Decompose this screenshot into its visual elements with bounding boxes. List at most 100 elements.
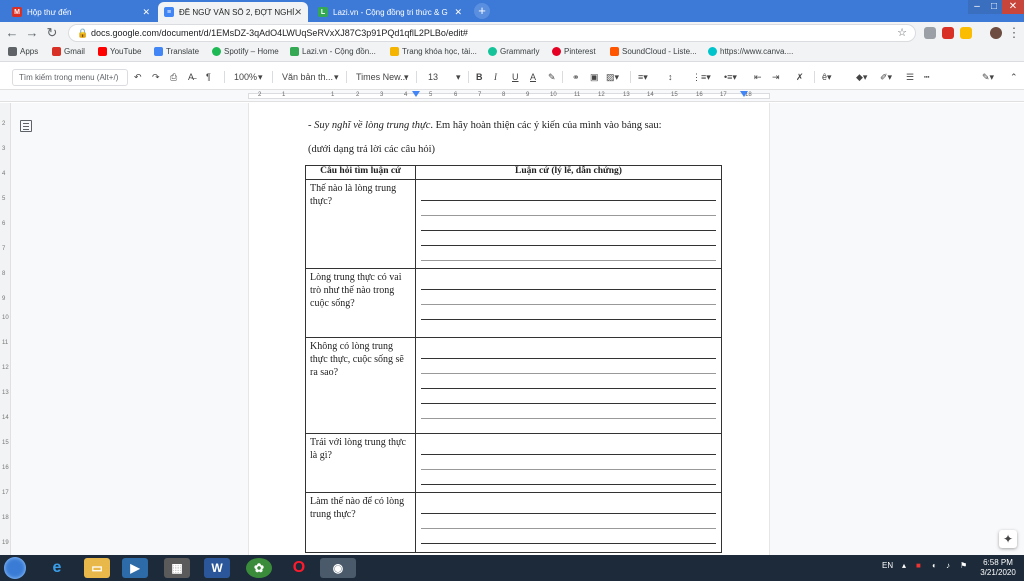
question-cell[interactable]: Làm thế nào để có lòng trung thực? xyxy=(305,492,416,553)
app-icon[interactable]: ✿ xyxy=(246,558,272,578)
question-cell[interactable]: Không có lòng trung thực thực, cuộc sống… xyxy=(305,337,416,434)
speaker-icon[interactable]: ♪ xyxy=(946,561,950,570)
antivirus-icon[interactable]: ■ xyxy=(916,561,921,570)
style-select[interactable]: Văn bản th... xyxy=(282,69,333,85)
spellcheck-icon[interactable]: A̶ xyxy=(188,69,194,85)
app-icon[interactable]: ▦ xyxy=(164,558,190,578)
edit-mode-icon[interactable]: ✎▾ xyxy=(982,69,994,85)
clear-formatting-icon[interactable]: ✗ xyxy=(796,69,804,85)
bookmark-youtube[interactable]: YouTube xyxy=(98,47,141,56)
network-icon[interactable]: ◐ xyxy=(932,561,937,570)
close-icon[interactable]: ✕ xyxy=(142,7,150,18)
numbered-list-icon[interactable]: ⋮≡▾ xyxy=(692,69,711,85)
paint-format-icon[interactable]: ¶ xyxy=(206,69,211,85)
increase-indent-icon[interactable]: ⇥ xyxy=(772,69,780,85)
chevron-down-icon[interactable]: ▾ xyxy=(258,69,263,85)
bookmark-soundcloud[interactable]: SoundCloud - Liste... xyxy=(610,47,697,56)
start-button[interactable] xyxy=(4,557,26,579)
tab-lazi[interactable]: L Lazi.vn - Cộng đồng tri thức & G ✕ xyxy=(312,2,468,22)
chevron-down-icon[interactable]: ▾ xyxy=(334,69,339,85)
highlight-icon[interactable]: ✎ xyxy=(548,69,556,85)
internet-explorer-icon[interactable]: e xyxy=(44,558,70,578)
bookmark-translate[interactable]: Translate xyxy=(154,47,199,56)
image-icon[interactable]: ▨▾ xyxy=(606,69,619,85)
bookmark-spotify[interactable]: Spotify – Home xyxy=(212,47,279,56)
undo-icon[interactable]: ↶ xyxy=(134,69,142,85)
star-icon[interactable]: ☆ xyxy=(897,26,907,39)
bold-button[interactable]: B xyxy=(476,69,483,85)
forward-icon[interactable]: → xyxy=(24,25,40,41)
border-color-icon[interactable]: ✐▾ xyxy=(880,69,892,85)
font-select[interactable]: Times New... xyxy=(356,69,408,85)
file-explorer-icon[interactable]: ▭ xyxy=(84,558,110,578)
close-window-icon[interactable]: ✕ xyxy=(1002,0,1024,14)
bulleted-list-icon[interactable]: •≡▾ xyxy=(724,69,737,85)
question-cell[interactable]: Trái với lòng trung thực là gì? xyxy=(305,433,416,493)
right-indent-marker[interactable] xyxy=(740,91,748,97)
bookmark-lazi[interactable]: Lazi.vn - Cộng đồn... xyxy=(290,47,376,56)
bookmark-course[interactable]: Trang khóa học, tài... xyxy=(390,47,477,56)
menu-search-input[interactable]: Tìm kiếm trong menu (Alt+/) xyxy=(12,69,128,86)
decrease-indent-icon[interactable]: ⇤ xyxy=(754,69,762,85)
line-spacing-icon[interactable]: ↕ xyxy=(668,69,673,85)
chevron-up-icon[interactable]: ⌃ xyxy=(1010,69,1018,85)
back-icon[interactable]: ← xyxy=(4,25,20,41)
system-clock[interactable]: 6:58 PM 3/21/2020 xyxy=(975,558,1021,578)
font-size-select[interactable]: 13 xyxy=(428,69,438,85)
question-cell[interactable]: Lòng trung thực có vai trò như thế nào t… xyxy=(305,268,416,338)
document-page[interactable]: - Suy nghĩ về lòng trung thực. Em hãy ho… xyxy=(248,103,770,555)
menu-kebab-icon[interactable]: ⋮ xyxy=(1006,25,1022,41)
tab-gmail[interactable]: M Hộp thư đến ✕ xyxy=(6,2,156,22)
extension-icon[interactable] xyxy=(924,27,936,39)
new-tab-button[interactable]: + xyxy=(474,3,490,19)
language-indicator[interactable]: EN xyxy=(882,561,893,570)
tab-google-doc[interactable]: ≡ ĐỀ NGỮ VĂN SỐ 2, ĐỢT NGHỈ... ✕ xyxy=(158,2,308,22)
divider xyxy=(224,71,225,83)
tray-expand-icon[interactable]: ▴ xyxy=(902,561,906,570)
chrome-icon[interactable]: ◉ xyxy=(320,558,356,578)
bookmark-gmail[interactable]: Gmail xyxy=(52,47,85,56)
italic-button[interactable]: I xyxy=(494,69,497,85)
input-tools-icon[interactable]: ê▾ xyxy=(822,69,832,85)
underline-button[interactable]: U xyxy=(512,69,519,85)
word-icon[interactable]: W xyxy=(204,558,230,578)
minimize-icon[interactable]: – xyxy=(968,0,986,14)
bookmark-pinterest[interactable]: Pinterest xyxy=(552,47,596,56)
bookmark-canva[interactable]: https://www.canva.... xyxy=(708,47,793,56)
close-icon[interactable]: ✕ xyxy=(294,7,302,18)
border-width-icon[interactable]: ☰ xyxy=(906,69,914,85)
answer-cell[interactable] xyxy=(415,433,722,493)
maximize-icon[interactable]: □ xyxy=(986,0,1002,14)
media-player-icon[interactable]: ▶ xyxy=(122,558,148,578)
question-cell[interactable]: Thế nào là lòng trung thực? xyxy=(305,179,416,269)
extension-icon[interactable] xyxy=(960,27,972,39)
answer-cell[interactable] xyxy=(415,179,722,269)
ruler-track[interactable] xyxy=(248,93,770,99)
opera-icon[interactable]: O xyxy=(286,558,312,578)
chevron-down-icon[interactable]: ▾ xyxy=(456,69,461,85)
text-color-button[interactable]: A xyxy=(530,69,536,85)
redo-icon[interactable]: ↷ xyxy=(152,69,160,85)
reload-icon[interactable]: ↻ xyxy=(44,25,60,41)
close-icon[interactable]: ✕ xyxy=(454,7,462,18)
align-icon[interactable]: ≡▾ xyxy=(638,69,648,85)
avatar[interactable] xyxy=(990,27,1002,39)
flag-icon[interactable]: ⚑ xyxy=(960,561,967,570)
left-indent-marker[interactable] xyxy=(412,91,420,97)
extension-icon[interactable] xyxy=(942,27,954,39)
bookmark-grammarly[interactable]: Grammarly xyxy=(488,47,540,56)
answer-cell[interactable] xyxy=(415,492,722,553)
fill-color-icon[interactable]: ◆▾ xyxy=(856,69,867,85)
answer-cell[interactable] xyxy=(415,337,722,434)
print-icon[interactable]: ⎙ xyxy=(170,69,177,85)
zoom-select[interactable]: 100% xyxy=(234,69,257,85)
bookmark-apps[interactable]: Apps xyxy=(8,47,38,56)
chevron-down-icon[interactable]: ▾ xyxy=(404,69,409,85)
border-dash-icon[interactable]: ┅ xyxy=(924,69,929,85)
comment-icon[interactable]: ▣ xyxy=(590,69,599,85)
explore-button[interactable]: ✦ xyxy=(999,530,1017,548)
link-icon[interactable]: ⚭ xyxy=(572,69,580,85)
document-outline-icon[interactable] xyxy=(20,120,32,132)
answer-cell[interactable] xyxy=(415,268,722,338)
address-bar[interactable]: 🔒 docs.google.com/document/d/1EMsDZ-3qAd… xyxy=(68,24,916,42)
